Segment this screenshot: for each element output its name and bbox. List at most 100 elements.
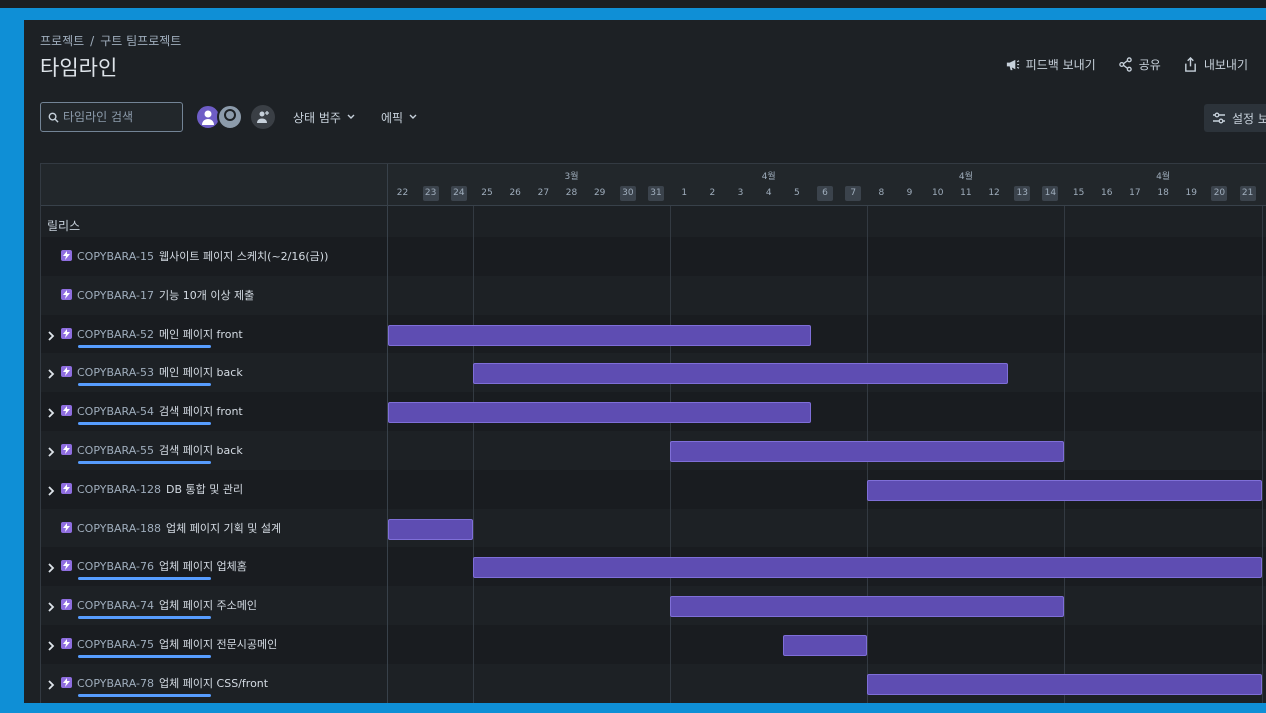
row-chart-cell (388, 431, 1266, 470)
breadcrumb-separator: / (90, 34, 95, 48)
timeline-bar[interactable] (388, 402, 811, 424)
issue-row[interactable]: COPYBARA-17 기능 10개 이상 제출 (41, 275, 1266, 315)
week-divider (867, 625, 869, 664)
issue-key-text[interactable]: COPYBARA-74 (77, 599, 154, 612)
issue-row[interactable]: COPYBARA-15 웹사이트 페이지 스케치(~2/16(금)) (41, 237, 1266, 276)
row-chart-cell (388, 469, 1266, 509)
timeline-bar[interactable] (867, 479, 1262, 501)
issue-key-text[interactable]: COPYBARA-76 (77, 560, 154, 573)
timeline-bar[interactable] (388, 324, 811, 346)
timeline-bar[interactable] (670, 596, 1065, 618)
add-people-button[interactable] (251, 105, 275, 129)
issue-row[interactable]: COPYBARA-52 메인 페이지 front (41, 314, 1266, 354)
breadcrumb-project-name[interactable]: 구트 팀프로젝트 (100, 34, 181, 48)
week-divider (472, 469, 474, 509)
issue-key-text[interactable]: COPYBARA-55 (77, 444, 154, 457)
issue-row[interactable]: COPYBARA-74 업체 페이지 주소메인 (41, 586, 1266, 625)
issue-key-text[interactable]: COPYBARA-128 (77, 483, 161, 496)
issue-row[interactable]: COPYBARA-53 메인 페이지 back (41, 353, 1266, 393)
timeline-search[interactable] (40, 102, 183, 132)
month-label: 3월 (564, 172, 579, 182)
issue-row[interactable]: COPYBARA-188 업체 페이지 기획 및 설계 (41, 508, 1266, 548)
issue-title[interactable]: 기능 10개 이상 제출 (159, 289, 254, 302)
issue-key[interactable]: COPYBARA-17 기능 10개 이상 제출 (77, 287, 254, 303)
timeline-bar[interactable] (867, 673, 1262, 695)
issue-row[interactable]: COPYBARA-78 업체 페이지 CSS/front (41, 663, 1266, 703)
issue-key[interactable]: COPYBARA-76 업체 페이지 업체홈 (77, 558, 247, 574)
epic-filter[interactable]: 에픽 (381, 109, 417, 126)
chevron-right-icon[interactable] (47, 559, 56, 574)
issue-title[interactable]: 업체 페이지 주소메인 (159, 599, 257, 612)
issue-key[interactable]: COPYBARA-54 검색 페이지 front (77, 403, 243, 419)
issue-title[interactable]: 웹사이트 페이지 스케치(~2/16(금)) (159, 250, 328, 263)
timeline-bar[interactable] (388, 518, 473, 540)
issue-title[interactable]: DB 통합 및 관리 (166, 483, 243, 496)
issue-key[interactable]: COPYBARA-55 검색 페이지 back (77, 442, 243, 458)
issue-key[interactable]: COPYBARA-75 업체 페이지 전문시공메인 (77, 636, 277, 652)
issue-title[interactable]: 검색 페이지 back (159, 444, 243, 457)
view-settings-label: 설정 보 (1232, 111, 1266, 126)
issue-key[interactable]: COPYBARA-53 메인 페이지 back (77, 364, 243, 380)
issue-key-text[interactable]: COPYBARA-17 (77, 289, 154, 302)
issue-title[interactable]: 메인 페이지 back (159, 366, 243, 379)
week-divider (867, 275, 869, 315)
export-button[interactable]: 내보내기 (1183, 56, 1248, 73)
issue-key-text[interactable]: COPYBARA-75 (77, 638, 154, 651)
status-category-filter[interactable]: 상태 범주 (293, 109, 355, 126)
feedback-label: 피드백 보내기 (1025, 58, 1096, 72)
issue-key[interactable]: COPYBARA-52 메인 페이지 front (77, 326, 243, 342)
issue-key-text[interactable]: COPYBARA-15 (77, 250, 154, 263)
issue-key[interactable]: COPYBARA-128 DB 통합 및 관리 (77, 481, 243, 497)
share-button[interactable]: 공유 (1118, 56, 1161, 73)
timeline-bar[interactable] (782, 635, 868, 656)
issue-row[interactable]: COPYBARA-75 업체 페이지 전문시공메인 (41, 625, 1266, 664)
issue-title[interactable]: 검색 페이지 front (159, 405, 243, 418)
breadcrumb-projects[interactable]: 프로젝트 (40, 34, 84, 48)
issue-key[interactable]: COPYBARA-78 업체 페이지 CSS/front (77, 675, 268, 691)
issue-key-text[interactable]: COPYBARA-54 (77, 405, 154, 418)
issue-key[interactable]: COPYBARA-188 업체 페이지 기획 및 설계 (77, 520, 281, 536)
chevron-right-icon[interactable] (47, 598, 56, 612)
issue-row[interactable]: COPYBARA-54 검색 페이지 front (41, 392, 1266, 431)
row-chart-cell (388, 663, 1266, 703)
week-divider (1261, 275, 1263, 315)
issue-title[interactable]: 업체 페이지 업체홈 (159, 560, 247, 573)
share-icon (1118, 57, 1132, 72)
issue-key[interactable]: COPYBARA-15 웹사이트 페이지 스케치(~2/16(금)) (77, 248, 328, 264)
timeline-bar[interactable] (472, 557, 1262, 579)
issue-title[interactable]: 메인 페이지 front (159, 328, 243, 341)
feedback-button[interactable]: 피드백 보내기 (1005, 56, 1096, 73)
epic-icon (61, 521, 72, 533)
chevron-right-icon[interactable] (47, 676, 56, 690)
chevron-right-icon[interactable] (47, 443, 56, 457)
view-settings-button[interactable]: 설정 보 (1204, 104, 1266, 132)
progress-bar (78, 383, 211, 387)
chevron-right-icon[interactable] (47, 482, 56, 496)
issue-key-text[interactable]: COPYBARA-188 (77, 522, 161, 535)
issue-row[interactable]: COPYBARA-76 업체 페이지 업체홈 (41, 547, 1266, 587)
issue-row[interactable]: COPYBARA-55 검색 페이지 back (41, 431, 1266, 470)
issue-key[interactable]: COPYBARA-74 업체 페이지 주소메인 (77, 597, 257, 613)
chevron-right-icon[interactable] (47, 327, 56, 341)
day-label: 13 (1014, 186, 1031, 201)
issue-key-text[interactable]: COPYBARA-53 (77, 366, 154, 379)
issue-title[interactable]: 업체 페이지 기획 및 설계 (166, 522, 281, 535)
issue-key-text[interactable]: COPYBARA-52 (77, 328, 154, 341)
chevron-right-icon[interactable] (47, 404, 56, 418)
week-divider (1261, 586, 1263, 625)
avatar[interactable] (217, 104, 243, 130)
progress-bar (78, 655, 211, 658)
search-input[interactable] (63, 110, 173, 124)
assignee-avatars (195, 104, 243, 130)
issue-row[interactable]: COPYBARA-128 DB 통합 및 관리 (41, 469, 1266, 509)
epic-icon (61, 366, 72, 378)
day-label: 3 (737, 188, 744, 198)
row-label-cell: COPYBARA-52 메인 페이지 front (41, 314, 388, 354)
issue-title[interactable]: 업체 페이지 CSS/front (159, 677, 268, 690)
chevron-right-icon[interactable] (47, 365, 56, 380)
issue-key-text[interactable]: COPYBARA-78 (77, 677, 154, 690)
issue-title[interactable]: 업체 페이지 전문시공메인 (159, 638, 277, 651)
timeline-bar[interactable] (472, 363, 1009, 385)
timeline-bar[interactable] (670, 441, 1065, 462)
chevron-right-icon[interactable] (47, 637, 56, 651)
